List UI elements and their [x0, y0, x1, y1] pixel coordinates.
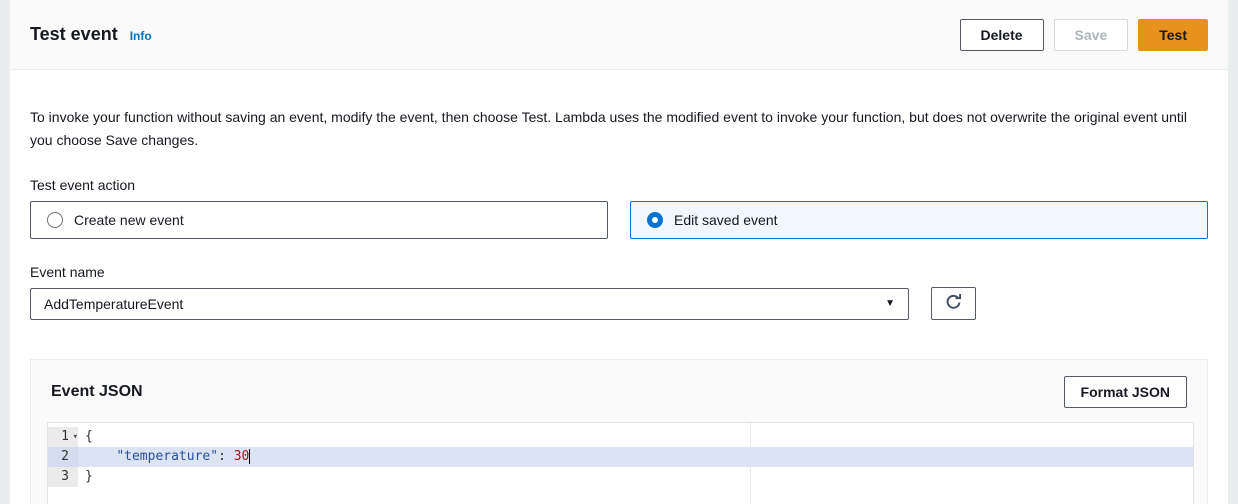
format-json-button[interactable]: Format JSON — [1063, 376, 1187, 408]
description-text: To invoke your function without saving a… — [30, 109, 1187, 148]
radio-create-new-event[interactable]: Create new event — [30, 201, 608, 239]
code-token: : — [218, 449, 234, 464]
code-line-content: } — [78, 467, 93, 487]
test-button[interactable]: Test — [1138, 18, 1208, 51]
event-json-title: Event JSON — [51, 383, 143, 400]
page-header: Test event Info Delete Save Test — [10, 0, 1228, 70]
event-json-panel: Event JSON Format JSON 1 ▾ {2 "temperature… — [30, 359, 1208, 504]
code-token: { — [85, 429, 93, 444]
fold-caret-icon[interactable]: ▾ — [73, 427, 78, 447]
refresh-icon — [945, 293, 962, 314]
code-token: "temperature" — [116, 449, 219, 464]
radio-label: Edit saved event — [674, 212, 778, 228]
test-event-page: Test event Info Delete Save Test To invo… — [10, 0, 1228, 504]
test-event-action-label: Test event action — [30, 177, 136, 193]
chevron-down-icon: ▼ — [885, 298, 895, 309]
line-number: 1 ▾ — [48, 427, 78, 447]
code-line-content: { — [78, 427, 93, 447]
title-wrap: Test event Info — [30, 24, 152, 45]
json-code-editor[interactable]: 1 ▾{2 "temperature": 30 3} — [47, 422, 1194, 504]
event-name-value: AddTemperatureEvent — [44, 295, 184, 312]
code-line[interactable]: 2 "temperature": 30 — [48, 447, 1193, 467]
radio-unselected-icon[interactable] — [47, 212, 63, 228]
radio-edit-saved-event[interactable]: Edit saved event — [630, 201, 1208, 239]
event-name-select[interactable]: AddTemperatureEvent ▼ — [30, 287, 909, 320]
event-json-panel-header: Event JSON Format JSON — [31, 360, 1207, 420]
save-button[interactable]: Save — [1053, 18, 1129, 51]
info-link[interactable]: Info — [130, 29, 152, 43]
event-name-row: AddTemperatureEvent ▼ — [30, 287, 1208, 320]
code-lines: 1 ▾{2 "temperature": 30 3} — [48, 423, 1193, 487]
event-name-label: Event name — [30, 264, 105, 280]
main-content: To invoke your function without saving a… — [10, 106, 1228, 504]
code-token: } — [85, 469, 93, 484]
code-line[interactable]: 3} — [48, 467, 1193, 487]
test-event-action-group: Create new event Edit saved event — [30, 201, 1208, 239]
code-line-content: "temperature": 30 — [78, 447, 251, 467]
delete-button[interactable]: Delete — [959, 18, 1044, 51]
page-title: Test event — [30, 24, 118, 44]
code-token: 30 — [233, 449, 250, 464]
line-number: 2 — [48, 447, 78, 467]
refresh-button[interactable] — [931, 287, 976, 320]
line-number: 3 — [48, 467, 78, 487]
radio-selected-icon[interactable] — [647, 212, 663, 228]
header-actions: Delete Save Test — [959, 18, 1208, 51]
code-line[interactable]: 1 ▾ { — [48, 427, 1193, 447]
text-cursor — [249, 449, 251, 464]
radio-label: Create new event — [74, 212, 184, 228]
